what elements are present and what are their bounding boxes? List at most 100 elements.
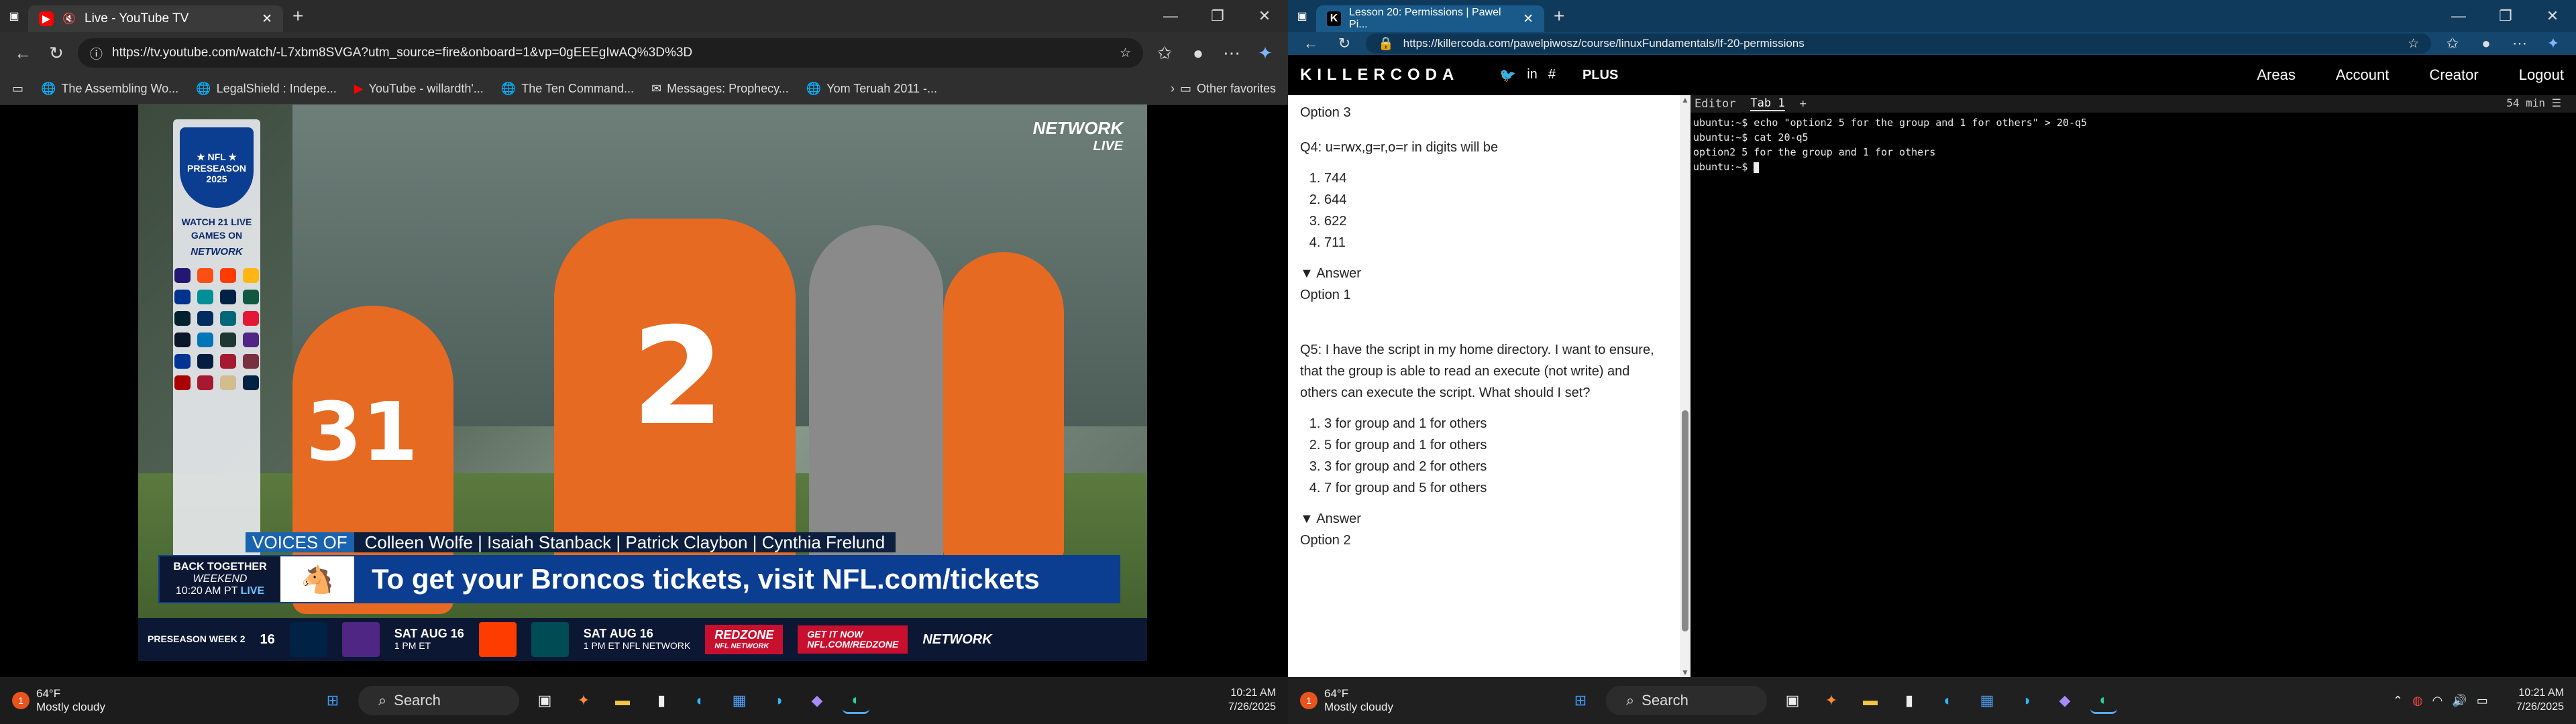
copilot-app-icon[interactable]: ✦ <box>1818 687 1845 714</box>
terminal-prompt[interactable]: ubuntu:~$ <box>1690 160 2576 174</box>
copilot-icon[interactable]: ✦ <box>2541 32 2565 56</box>
tab-tab1[interactable]: Tab 1 <box>1750 97 1785 111</box>
nav-logout[interactable]: Logout <box>2519 66 2564 84</box>
back-icon[interactable]: ← <box>1299 32 1323 56</box>
bookmark-item[interactable]: 🌐 Yom Teruah 2011 -... <box>806 82 937 96</box>
file-explorer-icon[interactable]: ▬ <box>609 687 636 714</box>
copilot-app-icon[interactable]: ✦ <box>570 687 597 714</box>
terminal-app-icon[interactable]: ▮ <box>648 687 675 714</box>
linkedin-icon[interactable]: in <box>1527 67 1538 84</box>
video-player[interactable]: 31 2 ★ NFL ★ PRESEASON 2025 WATCH 21 LIV… <box>0 105 1288 677</box>
edge-icon[interactable]: ◐ <box>687 687 714 714</box>
windows-start-icon[interactable]: ⊞ <box>319 687 346 714</box>
scroll-up-icon[interactable]: ▲ <box>1680 95 1690 105</box>
windows-start-icon[interactable]: ⊞ <box>1567 687 1594 714</box>
team-logo-icon <box>220 311 236 326</box>
bookmark-item[interactable]: ▶ YouTube - willardth'... <box>354 82 484 96</box>
security-icon[interactable]: ◍ <box>2412 694 2423 708</box>
battery-icon[interactable]: ▭ <box>2477 694 2488 708</box>
taskbar-apps: ⊞ ⌕ Search ▣ ✦ ▬ ▮ ◐ ▦ ◑ ◆ ◐ <box>1567 686 2117 715</box>
app-icon[interactable]: ◆ <box>2051 687 2078 714</box>
sidebar-toggle-icon[interactable]: ▣ <box>1295 9 1309 23</box>
edge-dev-icon[interactable]: ◑ <box>765 687 792 714</box>
edge-dev-icon[interactable]: ◑ <box>2012 687 2039 714</box>
edge-icon[interactable]: ◐ <box>1935 687 1962 714</box>
new-tab-button[interactable]: + <box>292 5 303 27</box>
close-window-icon[interactable]: ✕ <box>2529 0 2576 32</box>
url-field[interactable]: 🔒 https://killercoda.com/pawelpiwosz/cou… <box>1366 34 2431 54</box>
tab-close-icon[interactable]: ✕ <box>1523 11 1534 27</box>
chevron-up-icon[interactable]: ⌃ <box>2393 694 2403 708</box>
copilot-icon[interactable]: ✦ <box>1253 41 1277 65</box>
restore-icon[interactable]: ❐ <box>2482 0 2529 32</box>
bookmark-item[interactable]: 🌐 The Ten Command... <box>501 82 634 96</box>
bookmarks-bar: ▭ 🌐 The Assembling Wo... 🌐 LegalShield : I… <box>0 74 1288 105</box>
bookmark-item[interactable]: ✉ Messages: Prophecy... <box>651 82 789 96</box>
scroll-down-icon[interactable]: ▼ <box>1680 668 1690 677</box>
profile-avatar-icon[interactable]: ● <box>1186 41 1210 65</box>
slack-icon[interactable]: # <box>1548 67 1556 84</box>
nav-account[interactable]: Account <box>2336 66 2390 84</box>
bookmark-item[interactable]: 🌐 The Assembling Wo... <box>41 82 178 96</box>
terminal-panel[interactable]: Editor Tab 1 + 54 min ☰ ubuntu:~$ echo "… <box>1690 95 2576 677</box>
url-field[interactable]: ⓘ https://tv.youtube.com/watch/-L7xbm8SV… <box>78 38 1143 68</box>
twitter-icon[interactable]: 🐦 <box>1499 67 1516 84</box>
favorites-icon[interactable]: ✩ <box>1152 41 1177 65</box>
nav-creator[interactable]: Creator <box>2429 66 2478 84</box>
minimize-icon[interactable]: — <box>2435 0 2482 32</box>
video-frame[interactable]: 31 2 ★ NFL ★ PRESEASON 2025 WATCH 21 LIV… <box>138 105 1147 661</box>
weather-widget[interactable]: 1 64°F Mostly cloudy <box>1300 687 1501 715</box>
wifi-icon[interactable]: ◠ <box>2432 694 2443 708</box>
edge-active-icon[interactable]: ◐ <box>843 687 869 714</box>
refresh-icon[interactable]: ↻ <box>44 41 68 65</box>
other-favorites[interactable]: › ▭ Other favorites <box>1171 82 1276 96</box>
eagles-logo-icon <box>531 622 569 657</box>
task-view-icon[interactable]: ▣ <box>1779 687 1806 714</box>
back-icon[interactable]: ← <box>11 41 35 65</box>
left-tab-strip: ▣ ▶ 🔇 Live - YouTube TV ✕ + — ❐ ✕ <box>0 0 1288 32</box>
profile-avatar-icon[interactable]: ● <box>2474 32 2498 56</box>
plus-link[interactable]: PLUS <box>1582 68 1618 83</box>
taskbar-search[interactable]: ⌕ Search <box>1606 686 1767 715</box>
killercoda-logo[interactable]: KILLERCODA <box>1300 66 1459 84</box>
more-icon[interactable]: ⋯ <box>2508 32 2532 56</box>
app-icon[interactable]: ◆ <box>804 687 830 714</box>
taskbar-search[interactable]: ⌕ Search <box>358 686 519 715</box>
team-logo-icon <box>220 290 236 305</box>
mute-icon[interactable]: 🔇 <box>62 11 76 26</box>
edge-active-icon[interactable]: ◐ <box>2090 687 2117 714</box>
minimize-icon[interactable]: — <box>1147 0 1194 32</box>
close-window-icon[interactable]: ✕ <box>1241 0 1288 32</box>
get-it-now: GET IT NOW NFL.COM/REDZONE <box>798 625 908 654</box>
list-item: 3 for group and 1 for others <box>1324 413 1668 434</box>
store-icon[interactable]: ▦ <box>1974 687 2000 714</box>
add-tab-button[interactable]: + <box>1800 97 1807 111</box>
system-clock[interactable]: 10:21 AM 7/26/2025 <box>1228 686 1276 715</box>
file-explorer-icon[interactable]: ▬ <box>1857 687 1884 714</box>
more-icon[interactable]: ⋯ <box>1220 41 1244 65</box>
system-clock[interactable]: 10:21 AM 7/26/2025 <box>2516 686 2564 715</box>
bookmark-item[interactable]: 🌐 LegalShield : Indepe... <box>196 82 337 96</box>
nav-areas[interactable]: Areas <box>2257 66 2295 84</box>
scrollbar-thumb[interactable] <box>1682 410 1688 631</box>
tab-youtube-tv[interactable]: ▶ 🔇 Live - YouTube TV ✕ <box>28 5 283 32</box>
q4-answer-toggle[interactable]: ▼ Answer <box>1300 263 1668 284</box>
q5-answer-toggle[interactable]: ▼ Answer <box>1300 508 1668 530</box>
restore-icon[interactable]: ❐ <box>1194 0 1241 32</box>
tab-close-icon[interactable]: ✕ <box>262 11 272 27</box>
tab-killercoda[interactable]: K Lesson 20: Permissions | Pawel Pi... ✕ <box>1316 5 1544 32</box>
sidebar-toggle-icon[interactable]: ▣ <box>7 9 21 23</box>
task-view-icon[interactable]: ▣ <box>531 687 558 714</box>
terminal-app-icon[interactable]: ▮ <box>1896 687 1923 714</box>
menu-icon[interactable]: ☰ <box>2552 97 2561 109</box>
star-icon[interactable]: ☆ <box>2408 36 2419 52</box>
volume-icon[interactable]: 🔊 <box>2452 694 2467 708</box>
refresh-icon[interactable]: ↻ <box>1332 32 1356 56</box>
lesson-scrollbar[interactable]: ▲ ▼ <box>1680 95 1690 677</box>
star-icon[interactable]: ☆ <box>1120 46 1131 61</box>
tab-editor[interactable]: Editor <box>1695 97 1735 111</box>
store-icon[interactable]: ▦ <box>726 687 753 714</box>
favorites-icon[interactable]: ✩ <box>2440 32 2465 56</box>
weather-widget[interactable]: 1 64°F Mostly cloudy <box>12 687 213 715</box>
new-tab-button[interactable]: + <box>1554 5 1564 27</box>
